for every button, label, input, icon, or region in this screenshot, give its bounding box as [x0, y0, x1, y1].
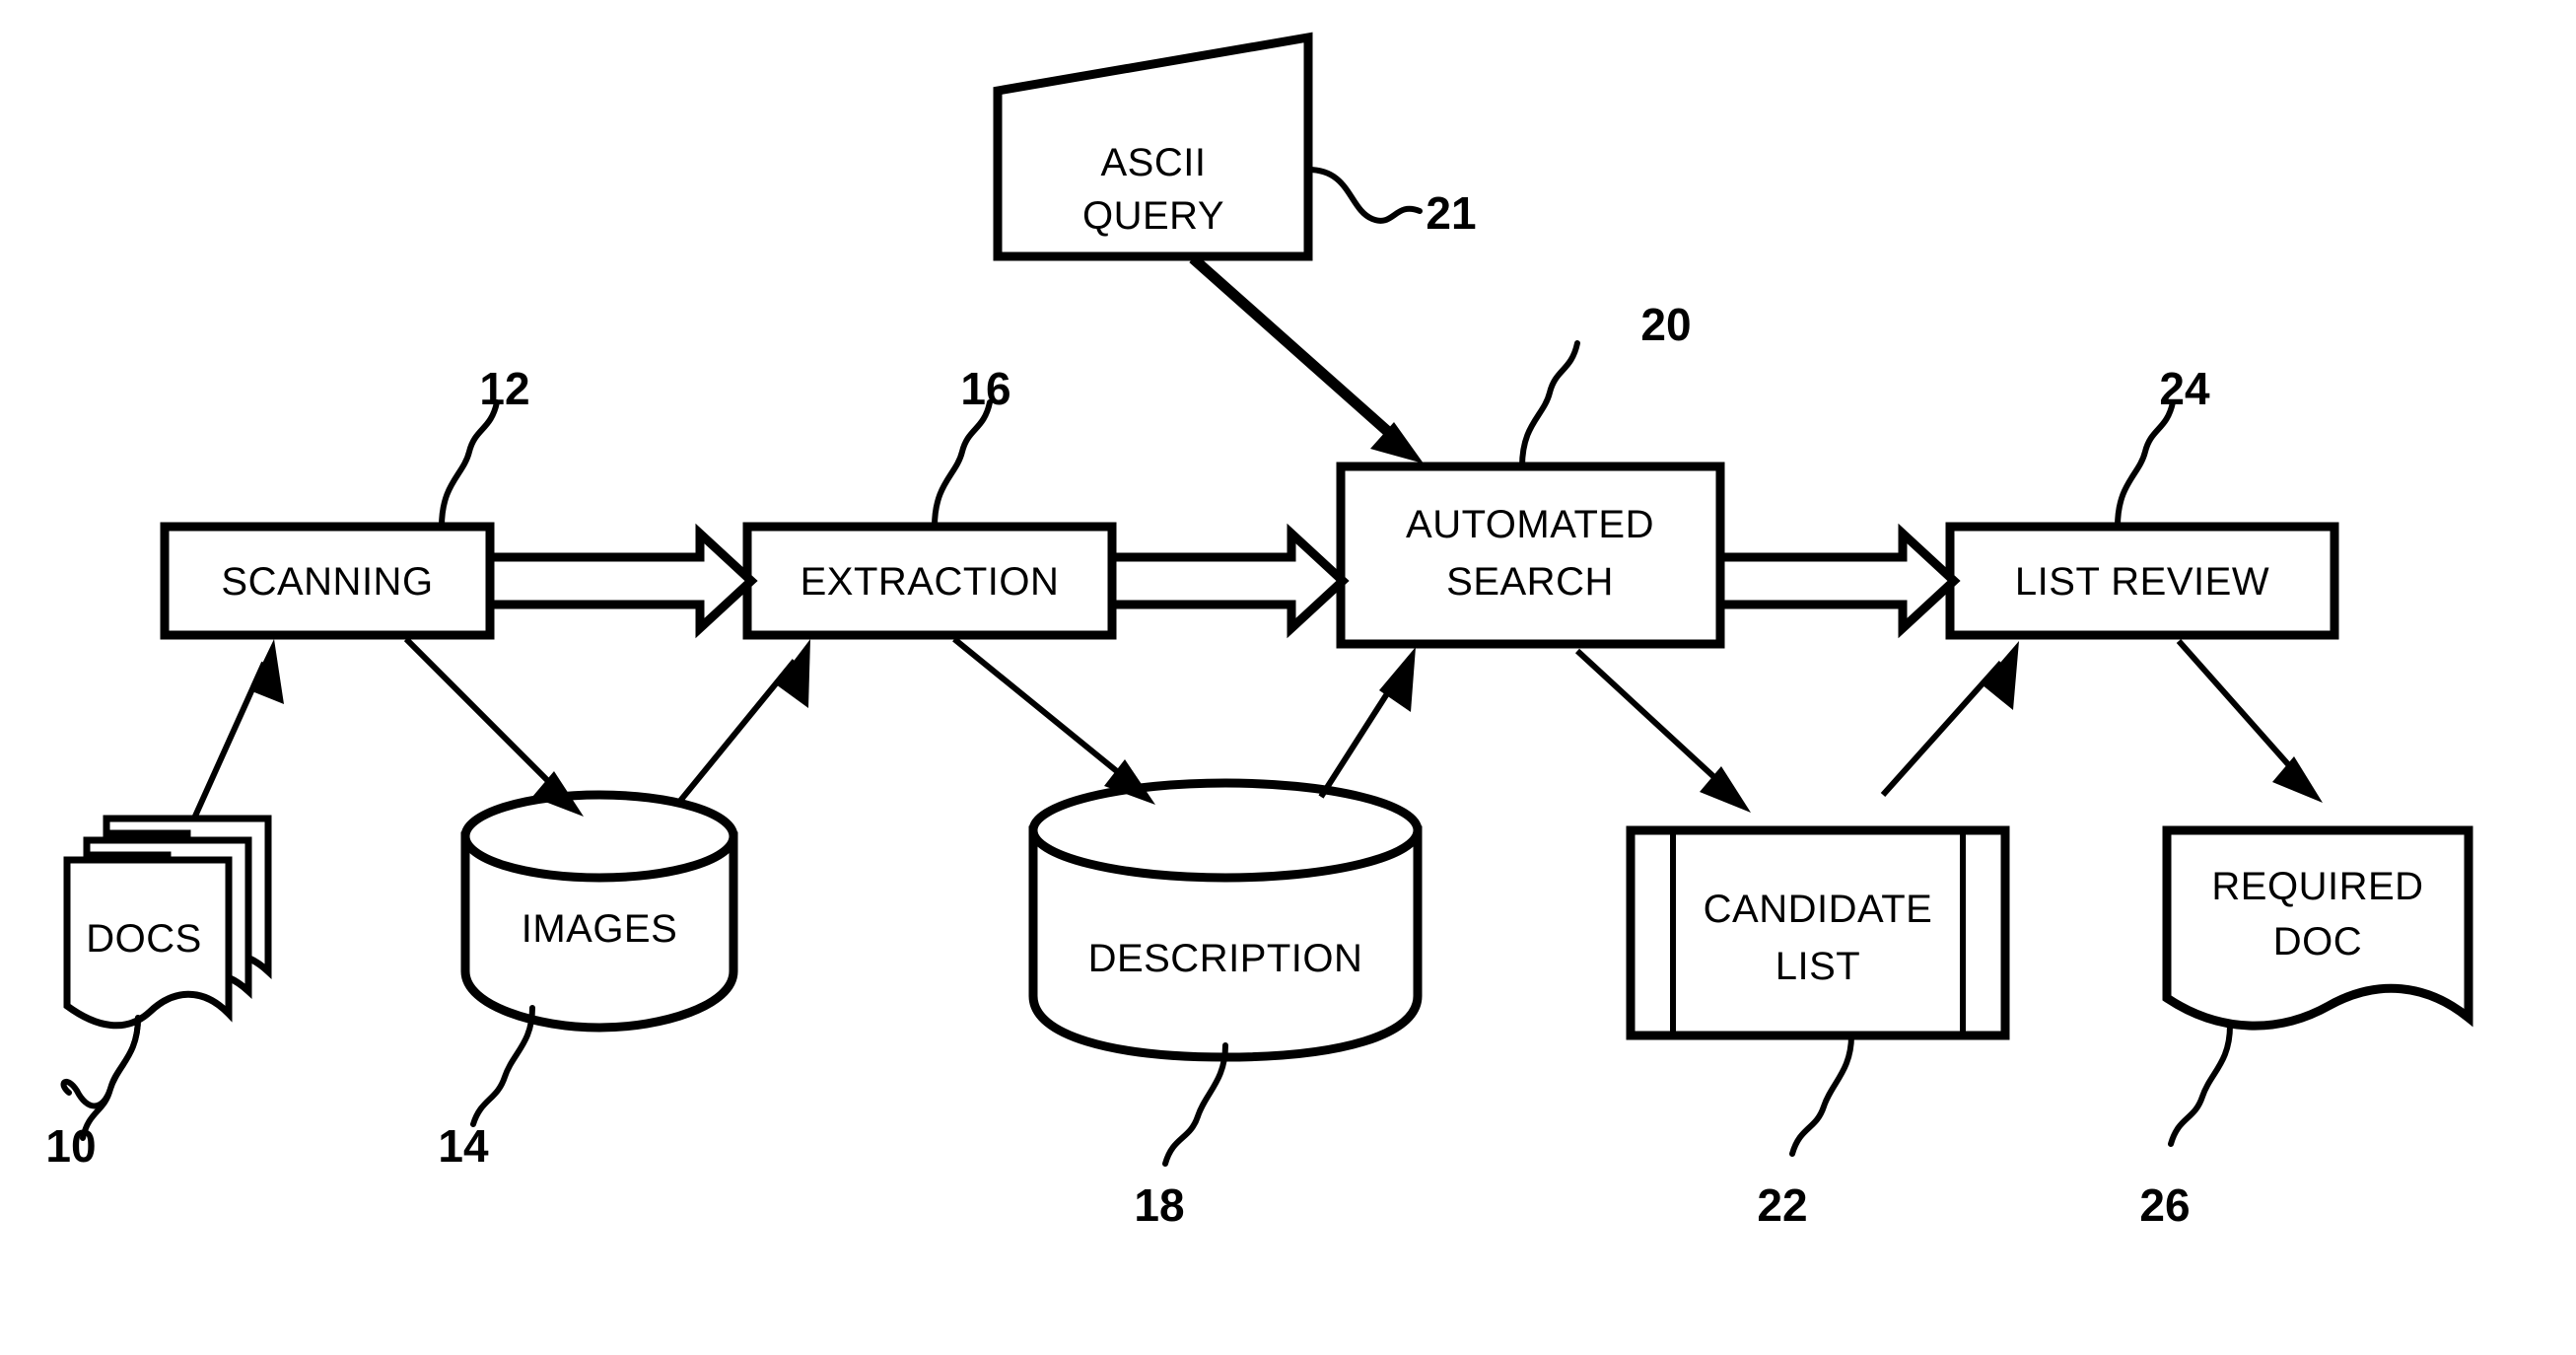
images-cylinder-top: [460, 790, 738, 883]
block-arrow-scanning-to-extraction: [485, 523, 758, 639]
candidate-list-outer-shape: [1626, 825, 2010, 1040]
extraction-node[interactable]: EXTRACTION: [742, 522, 1117, 640]
leader-line-26: [2168, 1023, 2233, 1147]
images-node[interactable]: IMAGES: [460, 790, 738, 1033]
automated-search-label-line2: SEARCH: [1446, 560, 1614, 604]
required-doc-label-line1: REQUIRED: [2211, 865, 2423, 908]
arrow-ascii-query-to-search: [1189, 253, 1424, 464]
leader-line-16: [932, 399, 993, 530]
list-review-label: LIST REVIEW: [2015, 560, 2269, 604]
ref-numeral-12: 12: [479, 363, 529, 414]
ref-numeral-16: 16: [960, 363, 1010, 414]
block-arrow-extraction-to-search: [1107, 523, 1350, 639]
arrow-images-to-extraction: [677, 639, 810, 803]
arrow-extraction-to-description: [952, 636, 1155, 805]
candidate-list-node[interactable]: CANDIDATE LIST: [1626, 825, 2010, 1040]
ref-numeral-24: 24: [2159, 363, 2210, 414]
ref-numeral-14: 14: [438, 1120, 489, 1172]
required-doc-label-line2: DOC: [2273, 920, 2362, 963]
flow-diagram-canvas: ASCII QUERY 21 SCANNING 12 EXTRACTION 16…: [45, 32, 2473, 1231]
docs-node[interactable]: DOCS: [63, 815, 272, 1030]
list-review-node[interactable]: LIST REVIEW: [1945, 522, 2339, 640]
automated-search-label-line1: AUTOMATED: [1406, 503, 1654, 546]
leader-line-14: [470, 1005, 535, 1127]
images-label: IMAGES: [522, 907, 678, 951]
extraction-label: EXTRACTION: [801, 560, 1060, 604]
ascii-query-label-line1: ASCII: [1101, 141, 1207, 184]
patent-figure: ASCII QUERY 21 SCANNING 12 EXTRACTION 16…: [0, 0, 2576, 1355]
leader-line-24: [2115, 399, 2176, 530]
description-node[interactable]: DESCRIPTION: [1028, 778, 1423, 1062]
arrow-list-review-to-required-doc: [2176, 639, 2323, 803]
arrow-search-to-candidate-list: [1574, 648, 1751, 813]
ref-numeral-10: 10: [45, 1120, 96, 1172]
ascii-query-label-line2: QUERY: [1082, 194, 1224, 238]
scanning-label: SCANNING: [221, 560, 433, 604]
arrow-scanning-to-images: [403, 636, 584, 817]
docs-label: DOCS: [86, 917, 202, 961]
ref-numeral-20: 20: [1640, 299, 1691, 350]
ref-numeral-22: 22: [1757, 1179, 1807, 1231]
ref-numeral-18: 18: [1134, 1179, 1184, 1231]
arrow-description-to-search: [1318, 647, 1416, 799]
ref-numeral-26: 26: [2139, 1179, 2190, 1231]
automated-search-node[interactable]: AUTOMATED SEARCH: [1336, 462, 1725, 649]
ref-numeral-21: 21: [1426, 187, 1476, 239]
scanning-node[interactable]: SCANNING: [160, 522, 495, 640]
leader-line-22: [1789, 1033, 1854, 1157]
candidate-list-label-line1: CANDIDATE: [1704, 888, 1933, 931]
leader-line-21: [1305, 167, 1423, 224]
leader-line-20: [1519, 340, 1580, 469]
leader-line-12: [439, 399, 500, 530]
description-label: DESCRIPTION: [1088, 937, 1363, 980]
arrow-candidate-list-to-list-review: [1880, 641, 2019, 798]
arrow-docs-to-scanning: [190, 639, 284, 822]
leader-line-18: [1162, 1042, 1228, 1167]
required-doc-node[interactable]: REQUIRED DOC: [2162, 825, 2473, 1031]
automated-search-box-shape: [1336, 462, 1725, 649]
block-arrow-search-to-list-review: [1715, 523, 1961, 639]
description-cylinder-top: [1028, 778, 1423, 883]
ascii-query-node[interactable]: ASCII QUERY: [993, 32, 1313, 261]
candidate-list-label-line2: LIST: [1775, 945, 1860, 988]
